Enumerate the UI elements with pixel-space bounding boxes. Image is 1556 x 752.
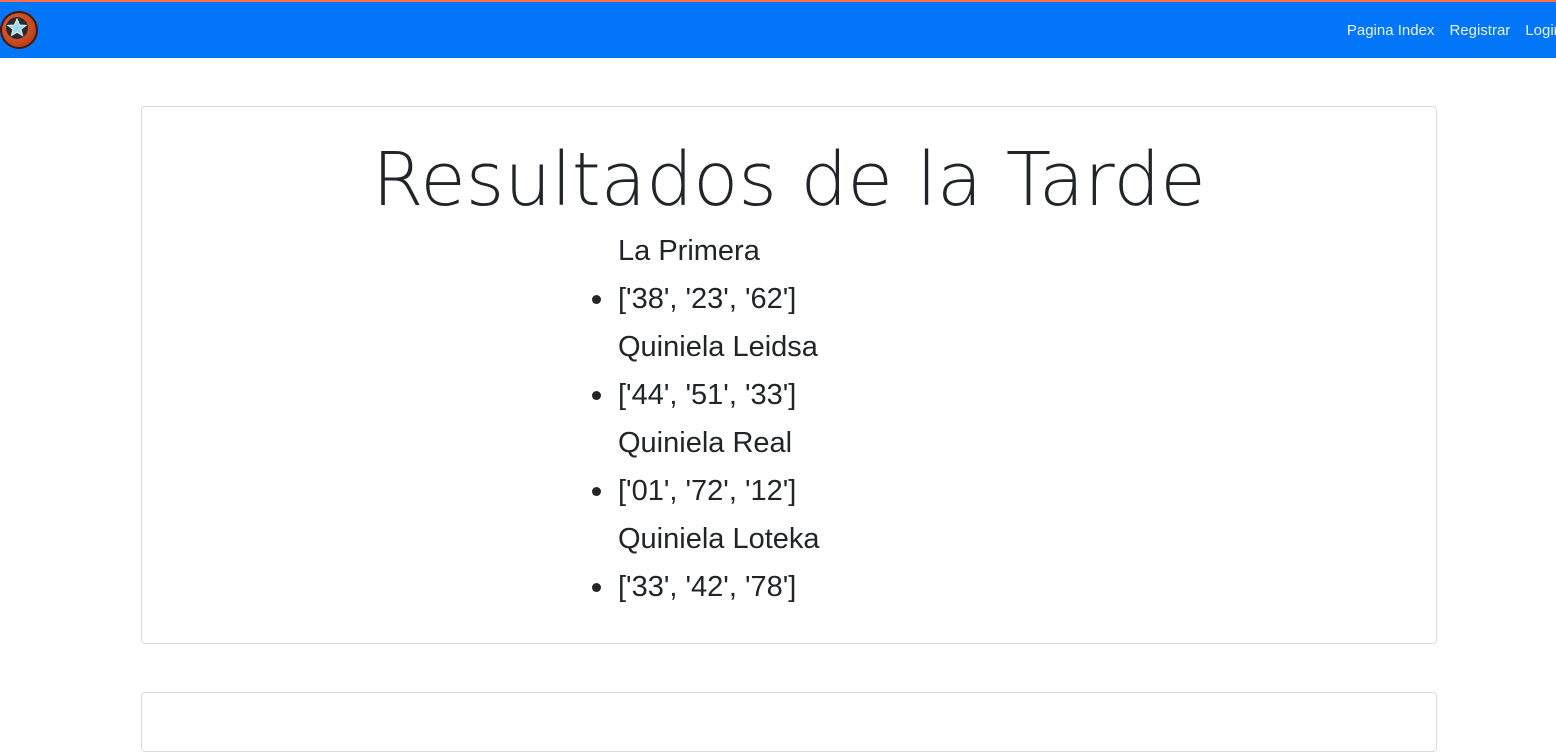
nav-links: Pagina Index Registrar Login <box>1347 22 1556 39</box>
lottery-numbers: ['44', '51', '33'] <box>618 379 797 411</box>
nav-link-login[interactable]: Login <box>1525 22 1556 39</box>
lottery-numbers: ['01', '72', '12'] <box>618 475 797 507</box>
bullet-icon <box>592 583 601 592</box>
list-item-label: Quiniela Loteka <box>618 515 820 563</box>
bullet-icon <box>592 295 601 304</box>
list-item-label: Quiniela Real <box>618 419 820 467</box>
lottery-name: Quiniela Loteka <box>618 523 820 555</box>
list-item: ['01', '72', '12'] <box>592 467 820 515</box>
page-title: Resultados de la Tarde <box>372 137 1206 223</box>
list-item-label: La Primera <box>618 227 820 275</box>
list-item-label: Quiniela Leidsa <box>618 323 820 371</box>
list-item: ['44', '51', '33'] <box>592 371 820 419</box>
list-item: ['33', '42', '78'] <box>592 563 820 611</box>
results-card: Resultados de la Tarde La Primera ['38',… <box>141 106 1437 644</box>
second-card <box>141 692 1437 752</box>
lottery-name: Quiniela Real <box>618 427 793 459</box>
bullet-icon <box>592 391 601 400</box>
lottery-name: Quiniela Leidsa <box>618 331 818 363</box>
lottery-numbers: ['33', '42', '78'] <box>618 571 797 603</box>
list-item: ['38', '23', '62'] <box>592 275 820 323</box>
lottery-numbers: ['38', '23', '62'] <box>618 283 797 315</box>
top-navbar: Pagina Index Registrar Login <box>0 0 1556 58</box>
results-list: La Primera ['38', '23', '62'] Quiniela L… <box>592 227 820 611</box>
nav-link-pagina-index[interactable]: Pagina Index <box>1347 22 1435 39</box>
bullet-icon <box>592 487 601 496</box>
nav-link-registrar[interactable]: Registrar <box>1449 22 1510 39</box>
lottery-name: La Primera <box>618 235 760 267</box>
star-logo-icon[interactable] <box>0 11 38 49</box>
